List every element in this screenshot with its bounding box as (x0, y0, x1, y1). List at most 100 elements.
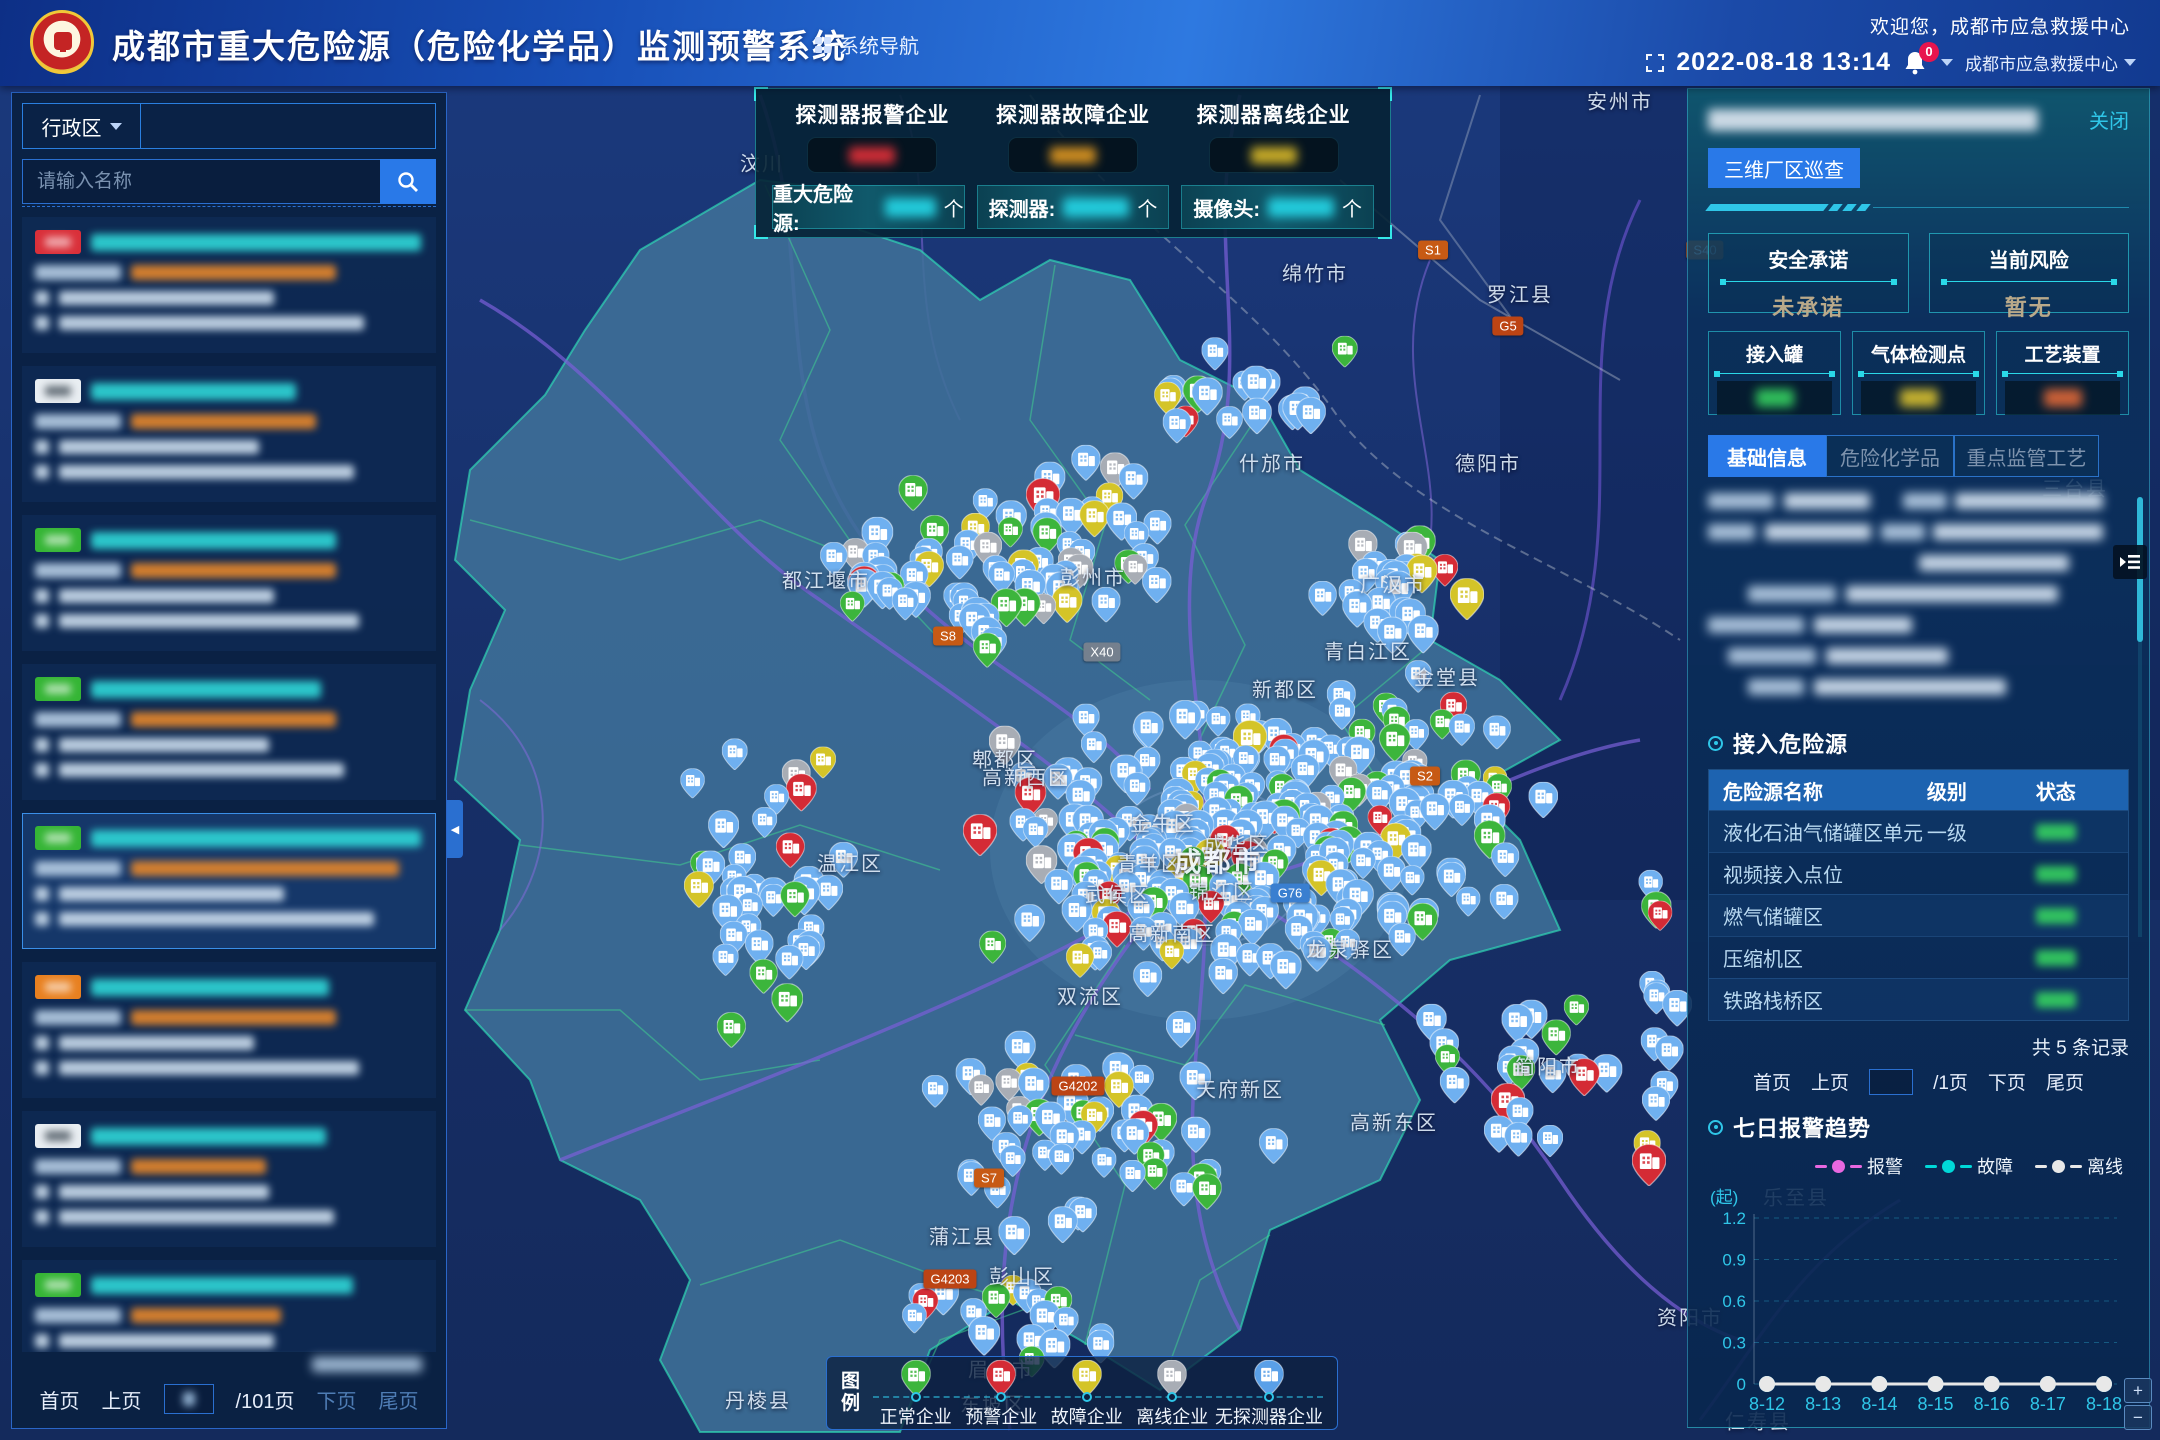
enterprise-card[interactable] (22, 813, 436, 949)
notification-bell-icon[interactable]: 0 (1903, 50, 1929, 76)
counter-box: 探测器:个 (977, 185, 1170, 229)
org-dropdown[interactable]: 成都市应急救援中心 (1965, 50, 2136, 75)
region-filter-label: 行政区 (42, 112, 102, 141)
collapse-list-icon (2120, 553, 2140, 571)
last-page-link[interactable]: 尾页 (2046, 1068, 2084, 1095)
kpi-box: 接入罐 (1708, 331, 1841, 415)
enterprise-card[interactable] (22, 217, 436, 353)
safety-commitment-value: 未承诺 (1709, 290, 1908, 322)
fullscreen-icon[interactable] (1646, 54, 1664, 72)
prev-page-link[interactable]: 上页 (1811, 1068, 1849, 1095)
search-button[interactable] (380, 159, 436, 204)
hazard-table-row[interactable]: 压缩机区 (1709, 936, 2128, 978)
detector-stat: 探测器离线企业 (1173, 99, 1374, 173)
org-name: 成都市应急救援中心 (1965, 50, 2118, 75)
svg-text:8-18: 8-18 (2086, 1394, 2122, 1414)
map-place-label: 都江堰市 (782, 565, 870, 594)
map-legend-item: 离线企业 (1130, 1357, 1216, 1429)
search-icon (397, 171, 419, 193)
map-place-label: 锦江区 (1189, 876, 1255, 905)
pin-icon (1254, 1360, 1284, 1396)
hazard-table-row[interactable]: 液化石油气储罐区单元一级 (1709, 810, 2128, 852)
map-place-label: 罗江县 (1487, 279, 1553, 308)
chevron-down-icon (2124, 59, 2136, 66)
enterprise-card[interactable] (22, 1260, 436, 1352)
map-place-label: 新都区 (1252, 674, 1318, 703)
enterprise-card[interactable] (22, 515, 436, 651)
section-bullet-icon (1708, 736, 1723, 751)
svg-text:1.2: 1.2 (1722, 1209, 1746, 1228)
sidebar-pagination: 首页 上页 /101页 下页 尾页 (22, 1376, 436, 1422)
map-zoom-in-button[interactable]: + (2124, 1378, 2152, 1403)
enterprise-card[interactable] (22, 366, 436, 502)
region-filter-input[interactable] (141, 104, 435, 148)
map-place-label: 高新东区 (1350, 1107, 1438, 1136)
pin-icon (901, 1360, 931, 1396)
status-tag (35, 1124, 81, 1148)
sidebar-collapse-button[interactable]: ◀ (447, 800, 463, 858)
map-place-label: 武侯区 (1085, 879, 1151, 908)
map-zoom-control: + − (2124, 1378, 2152, 1430)
page-number-input[interactable] (1869, 1069, 1913, 1095)
hazard-table-row[interactable]: 视频接入点位 (1709, 852, 2128, 894)
search-input[interactable] (22, 159, 380, 204)
map-place-label: 双流区 (1057, 981, 1123, 1010)
system-nav-button[interactable]: 系统导航 (815, 30, 919, 59)
next-page-link[interactable]: 下页 (316, 1385, 356, 1414)
sidebar-records-redacted (22, 1352, 436, 1376)
status-tag (35, 677, 81, 701)
map-place-label: 金堂县 (1414, 662, 1480, 691)
tab-hazardous-chemicals[interactable]: 危险化学品 (1826, 435, 1954, 477)
svg-text:0: 0 (1737, 1375, 1746, 1394)
map-place-label: 什邡市 (1239, 448, 1305, 477)
hazard-table-row[interactable]: 铁路栈桥区 (1709, 978, 2128, 1020)
hazard-table: 危险源名称级别状态 液化石油气储罐区单元一级视频接入点位燃气储罐区压缩机区铁路栈… (1708, 769, 2129, 1021)
last-page-link[interactable]: 尾页 (378, 1385, 418, 1414)
enterprise-card[interactable] (22, 664, 436, 800)
enterprise-card[interactable] (22, 1111, 436, 1247)
basic-info-section (1708, 493, 2129, 721)
status-tag (35, 975, 81, 999)
svg-text:0.9: 0.9 (1722, 1251, 1746, 1270)
prev-page-link[interactable]: 上页 (102, 1385, 142, 1414)
map-place-label: 成都市 (1175, 841, 1262, 880)
region-filter-dropdown[interactable]: 行政区 (23, 104, 141, 148)
map-place-label: 青白江区 (1324, 636, 1412, 665)
decorative-stripe (1708, 204, 2129, 211)
hazard-table-row[interactable]: 燃气储罐区 (1709, 894, 2128, 936)
tab-basic-info[interactable]: 基础信息 (1708, 435, 1826, 477)
pin-icon (986, 1360, 1016, 1396)
counter-box: 摄像头:个 (1181, 185, 1374, 229)
map-place-label: 彭山区 (989, 1261, 1055, 1290)
status-tag (35, 230, 81, 254)
next-page-link[interactable]: 下页 (1988, 1068, 2026, 1095)
page-number-input[interactable] (164, 1384, 214, 1414)
enterprise-card[interactable] (22, 962, 436, 1098)
map-place-label: 青羊区 (1117, 848, 1183, 877)
legend-item: 离线 (2035, 1153, 2123, 1179)
map-legend-item: 正常企业 (873, 1357, 959, 1429)
first-page-link[interactable]: 首页 (1753, 1068, 1791, 1095)
map-place-label: 广汉市 (1360, 569, 1426, 598)
records-count: 共 5 条记录 (1708, 1033, 2129, 1060)
svg-text:8-14: 8-14 (1861, 1394, 1897, 1414)
trend-chart: 1.20.90.60.308-128-138-148-158-168-178-1… (1708, 1208, 2131, 1420)
header-datetime: 2022-08-18 13:14 (1676, 48, 1891, 77)
safety-commitment-title: 安全承诺 (1709, 244, 1908, 273)
map-zoom-out-button[interactable]: − (2124, 1405, 2152, 1430)
first-page-link[interactable]: 首页 (40, 1385, 80, 1414)
close-panel-button[interactable]: 关闭 (2089, 105, 2129, 134)
map-place-label: 简阳市 (1515, 1051, 1581, 1080)
road-badge: S2 (1410, 767, 1440, 786)
map-legend-item: 预警企业 (959, 1357, 1045, 1429)
tab-key-processes[interactable]: 重点监管工艺 (1954, 435, 2099, 477)
3d-plant-tour-button[interactable]: 三维厂区巡查 (1708, 148, 1860, 188)
panel-toggle-button[interactable] (2113, 545, 2147, 579)
kpi-box: 工艺装置 (1996, 331, 2129, 415)
notification-badge: 0 (1919, 42, 1939, 62)
map-place-label: 蒲江县 (929, 1221, 995, 1250)
section-bullet-icon (1708, 1120, 1723, 1135)
grid-icon (815, 37, 831, 53)
legend-item: 报警 (1815, 1153, 1903, 1179)
svg-text:8-16: 8-16 (1974, 1394, 2010, 1414)
